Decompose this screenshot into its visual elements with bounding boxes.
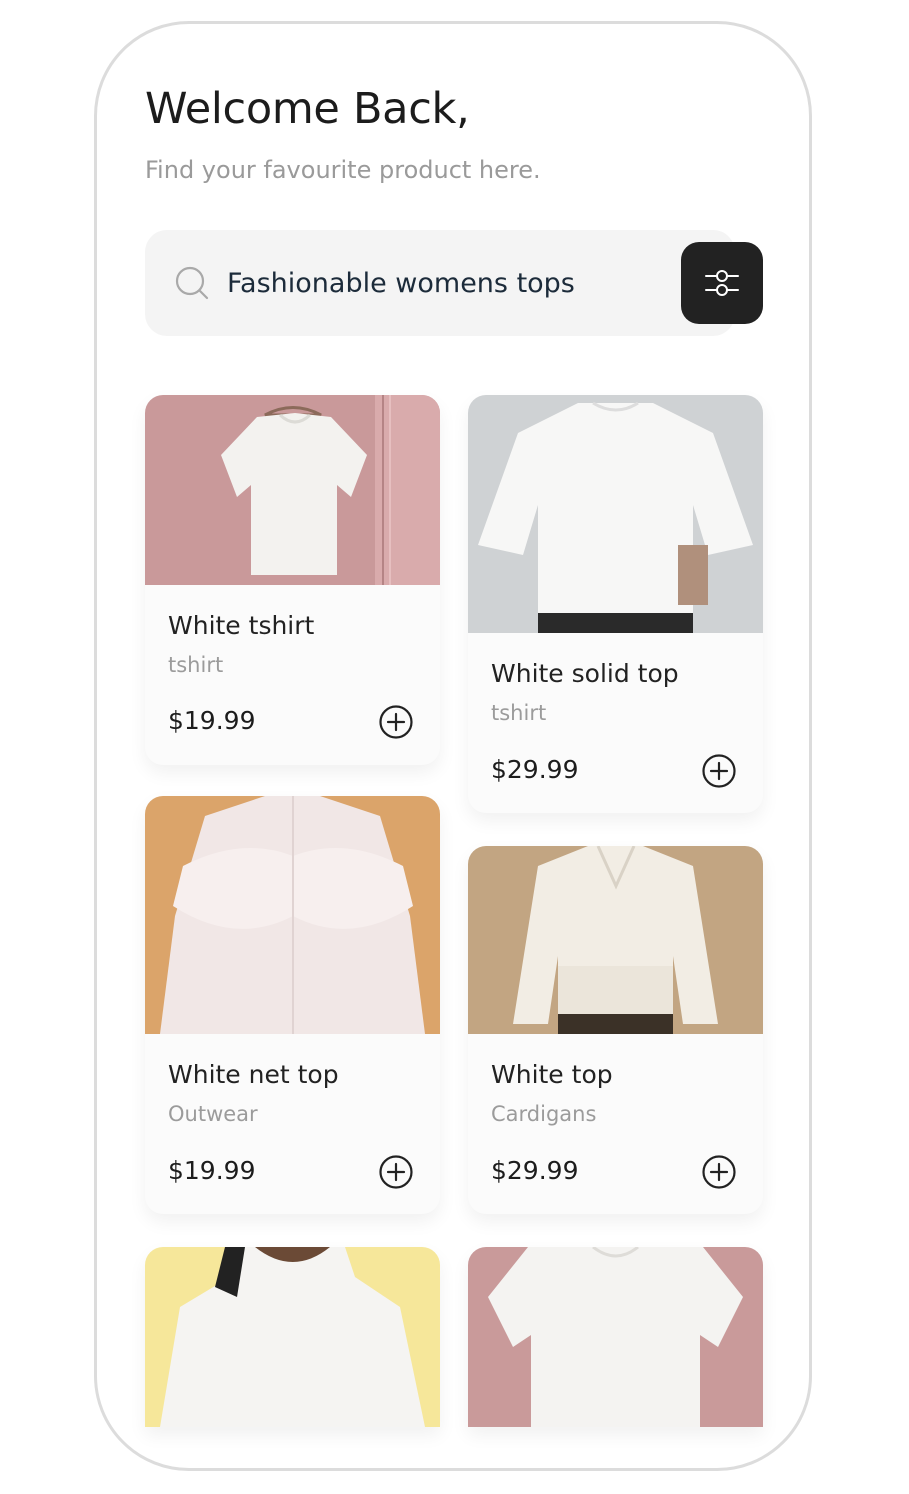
product-image bbox=[468, 1247, 763, 1427]
product-price: $29.99 bbox=[491, 755, 579, 784]
product-category: tshirt bbox=[491, 701, 547, 725]
search-icon bbox=[175, 266, 209, 300]
product-card[interactable]: White net top Outwear $19.99 bbox=[145, 796, 440, 1214]
product-card[interactable]: White top Cardigans $29.99 bbox=[468, 846, 763, 1214]
product-price: $29.99 bbox=[491, 1156, 579, 1185]
add-to-cart-icon[interactable] bbox=[701, 1154, 737, 1190]
search-bar[interactable] bbox=[145, 230, 735, 336]
product-card[interactable]: White solid top tshirt $29.99 bbox=[468, 395, 763, 813]
sliders-icon bbox=[705, 270, 739, 296]
product-image bbox=[145, 796, 440, 1034]
add-to-cart-icon[interactable] bbox=[378, 704, 414, 740]
page-title: Welcome Back, bbox=[145, 84, 470, 134]
product-card[interactable]: White tshirt tshirt $19.99 bbox=[145, 395, 440, 765]
product-name: White top bbox=[491, 1060, 613, 1089]
product-price: $19.99 bbox=[168, 1156, 256, 1185]
product-name: White solid top bbox=[491, 659, 679, 688]
add-to-cart-icon[interactable] bbox=[378, 1154, 414, 1190]
product-image bbox=[145, 1247, 440, 1427]
product-image bbox=[145, 395, 440, 585]
product-category: Cardigans bbox=[491, 1102, 597, 1126]
product-image bbox=[468, 846, 763, 1034]
product-price: $19.99 bbox=[168, 706, 256, 735]
product-card[interactable] bbox=[468, 1247, 763, 1427]
search-input[interactable] bbox=[227, 260, 667, 306]
product-card[interactable] bbox=[145, 1247, 440, 1427]
product-name: White tshirt bbox=[168, 611, 315, 640]
phone-frame: Welcome Back, Find your favourite produc… bbox=[94, 21, 812, 1471]
product-category: Outwear bbox=[168, 1102, 258, 1126]
add-to-cart-icon[interactable] bbox=[701, 753, 737, 789]
product-name: White net top bbox=[168, 1060, 339, 1089]
product-category: tshirt bbox=[168, 653, 224, 677]
product-image bbox=[468, 395, 763, 633]
page-subtitle: Find your favourite product here. bbox=[145, 156, 541, 184]
filter-button[interactable] bbox=[681, 242, 763, 324]
